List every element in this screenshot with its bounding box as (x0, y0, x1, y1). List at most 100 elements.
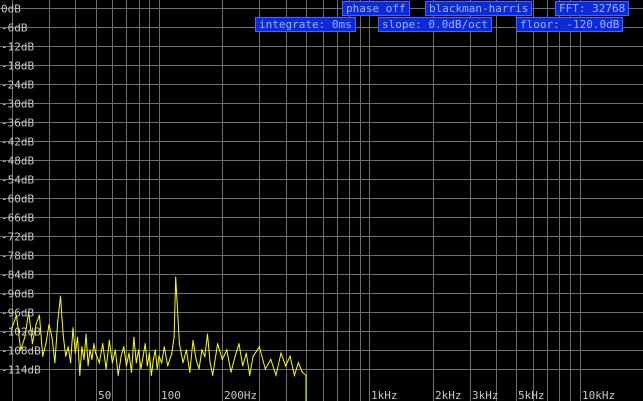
db-label: -96dB (1, 307, 34, 320)
spectrum-point (192, 339, 194, 342)
spectrum-point (70, 362, 72, 364)
spectrum-point (158, 355, 160, 357)
spectrum-point (95, 352, 97, 354)
frequency-label: 50 (98, 389, 111, 401)
spectrum-point (135, 362, 137, 364)
spectrum-point (150, 374, 152, 376)
spectrum-point (91, 358, 93, 361)
spectrum-point (146, 365, 148, 367)
fft-size-button[interactable]: FFT: 32768 (555, 1, 630, 16)
spectrum-point (117, 374, 119, 376)
spectrum-point (221, 358, 223, 361)
integrate-button[interactable]: integrate: 0ms (255, 17, 356, 32)
frequency-label: 100 (161, 389, 181, 401)
spectrum-point (252, 355, 254, 357)
spectrum-point (305, 374, 307, 376)
db-label: -102dB (1, 326, 41, 339)
spectrum-point (144, 343, 146, 345)
spectrum-point (201, 349, 203, 351)
spectrum-point (142, 355, 144, 357)
spectrum-point (217, 343, 219, 345)
spectrum-point (204, 355, 206, 357)
spectrum-point (138, 349, 140, 351)
spectrum-point (258, 346, 260, 348)
spectrum-point (89, 349, 91, 351)
spectrum-point (54, 362, 56, 364)
spectrum-point (175, 276, 177, 278)
spectrum-point (130, 371, 133, 373)
frequency-gridlines (12, 0, 581, 401)
frequency-label: 10kHz (582, 389, 615, 401)
spectrum-point (163, 346, 165, 348)
db-label: -84dB (1, 269, 34, 282)
spectrum-point (125, 365, 127, 367)
spectrum-point (161, 362, 163, 364)
frequency-label: 200Hz (224, 389, 257, 401)
db-label: -18dB (1, 60, 34, 73)
spectrum-point (195, 358, 197, 361)
spectrum-analyzer[interactable]: 0dB -6dB -12dB -18dB -24dB -30dB -36dB -42dB -48… (0, 0, 643, 401)
spectrum-point (297, 362, 299, 364)
spectrum-point (189, 371, 191, 373)
spectrum-point (67, 346, 69, 348)
spectrum-point (242, 365, 244, 367)
db-label: -60dB (1, 193, 34, 206)
spectrum-point (120, 355, 122, 357)
spectrum-point (238, 343, 240, 345)
spectrum-point (51, 336, 53, 338)
spectrum-point (108, 339, 110, 342)
db-label: -36dB (1, 117, 34, 130)
spectrum-point (173, 336, 175, 338)
spectrum-point (264, 368, 266, 370)
spectrum-point (85, 333, 87, 335)
spectrum-point (111, 362, 113, 364)
window-function-button[interactable]: blackman-harris (425, 1, 533, 16)
spectrum-point (226, 349, 228, 351)
spectrum-point (72, 327, 74, 329)
db-label: -114dB (1, 364, 41, 377)
spectrum-point (301, 371, 303, 373)
db-label: -24dB (1, 79, 34, 92)
db-label: -6dB (1, 22, 28, 35)
spectrum-point (38, 314, 41, 316)
db-label: -78dB (1, 250, 34, 263)
spectrum-point (57, 320, 59, 323)
spectrum-point (234, 355, 236, 357)
spectrum-point (83, 358, 85, 361)
slope-button[interactable]: slope: 0.0dB/oct (378, 17, 492, 32)
spectrum-point (230, 371, 232, 373)
db-label: -12dB (1, 41, 34, 54)
floor-button[interactable]: floor: -120.0dB (516, 17, 624, 32)
spectrum-point (93, 343, 95, 345)
spectrum-point (293, 374, 295, 376)
spectrum-point (152, 358, 154, 361)
spectrum-point (65, 355, 67, 357)
spectrum-point (105, 368, 107, 370)
spectrum-point (140, 368, 142, 370)
db-label: -66dB (1, 212, 34, 225)
db-label: -54dB (1, 174, 34, 187)
frequency-label: 1kHz (371, 389, 398, 401)
spectrum-point (133, 336, 135, 338)
spectrum-point (209, 362, 211, 364)
db-label: -42dB (1, 136, 34, 149)
phase-toggle-button[interactable]: phase off (342, 1, 410, 16)
db-label: -72dB (1, 231, 34, 244)
spectrum-point (154, 349, 156, 351)
spectrum-point (123, 346, 125, 348)
spectrum-plot[interactable]: 0dB -6dB -12dB -18dB -24dB -30dB -36dB -42dB -48… (0, 0, 643, 401)
spectrum-point (148, 352, 150, 354)
spectrum-point (87, 365, 89, 367)
db-axis-labels: 0dB -6dB -12dB -18dB -24dB -30dB -36dB -42dB -48… (1, 3, 41, 377)
spectrum-point (62, 333, 64, 335)
spectrum-point (156, 368, 158, 370)
spectrum-point (198, 368, 200, 370)
spectrum-point (280, 352, 282, 354)
spectrum-point (245, 352, 247, 354)
spectrum-point (114, 349, 116, 351)
spectrum-point (128, 352, 130, 354)
spectrum-point (285, 365, 287, 367)
spectrum-point (270, 358, 272, 361)
db-label: -108dB (1, 345, 41, 358)
spectrum-point (74, 352, 76, 354)
